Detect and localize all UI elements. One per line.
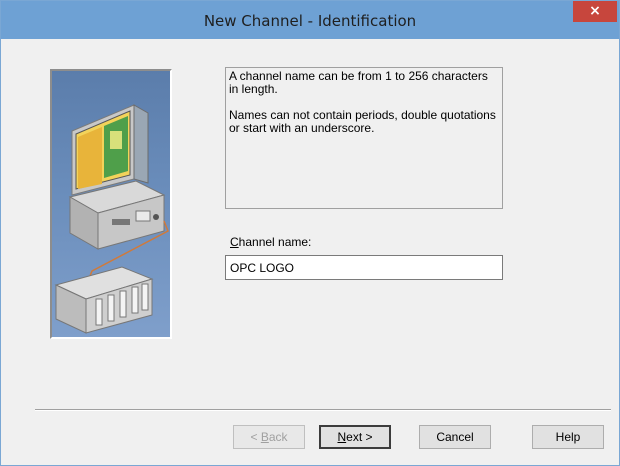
next-label: ext > [346,430,373,444]
back-prefix: < [250,430,261,444]
close-icon: × [589,3,601,19]
separator [35,409,611,411]
back-mnemonic: B [260,430,269,444]
dialog-body: A channel name can be from 1 to 256 char… [7,39,613,461]
channel-name-label-text: hannel name: [238,235,312,249]
next-mnemonic: N [337,430,347,444]
help-button[interactable]: Help [532,425,604,449]
next-button[interactable]: Next > [319,425,391,449]
cancel-button[interactable]: Cancel [419,425,491,449]
description-line-1: A channel name can be from 1 to 256 char… [229,69,488,96]
channel-name-input[interactable] [225,255,503,280]
title-bar[interactable]: New Channel - Identification × [1,1,619,39]
description-box: A channel name can be from 1 to 256 char… [225,67,503,209]
description-line-2: Names can not contain periods, double qu… [229,108,496,135]
back-label: ack [268,430,288,444]
window-title: New Channel - Identification [203,12,417,30]
back-button[interactable]: < Back [233,425,305,449]
channel-name-label: Channel name: [230,235,311,249]
computer-to-plc-icon [54,104,169,334]
dialog-window: New Channel - Identification × A channel… [0,0,620,466]
channel-name-mnemonic: C [230,235,239,249]
channel-illustration [50,69,172,339]
close-button[interactable]: × [573,1,617,22]
